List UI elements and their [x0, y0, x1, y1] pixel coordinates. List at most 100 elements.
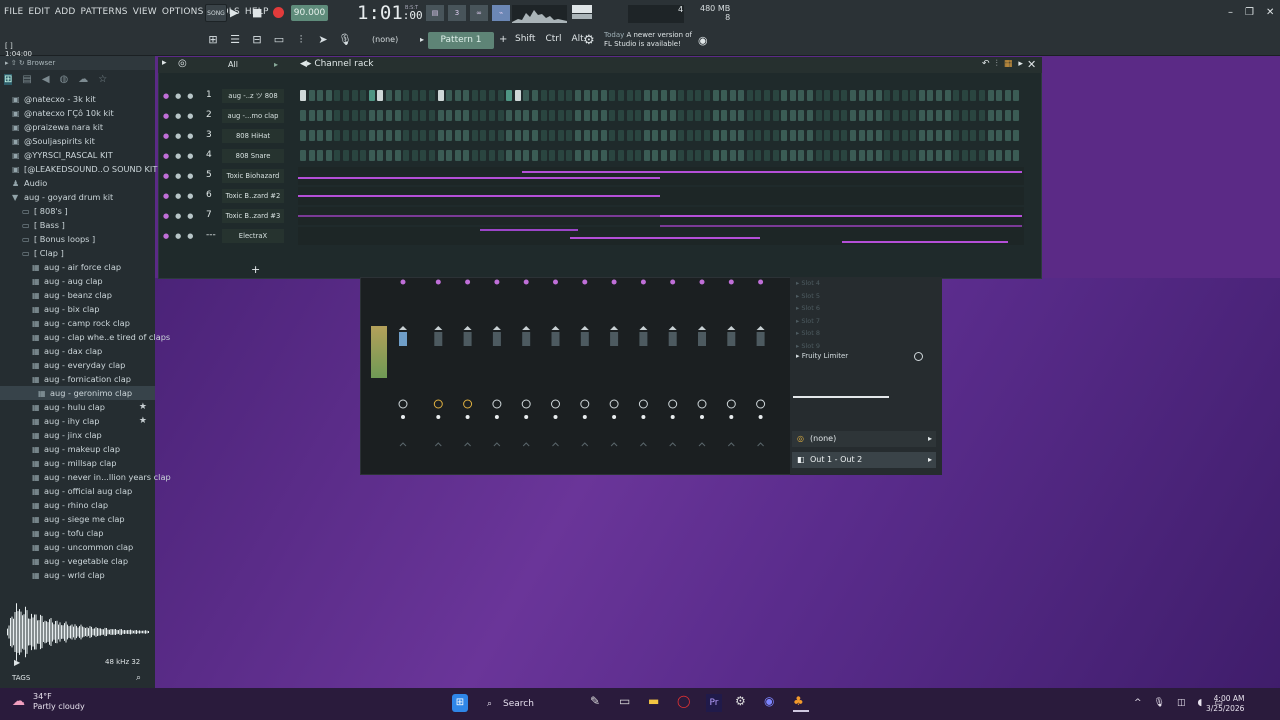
step-button[interactable]: [600, 130, 607, 141]
step-button[interactable]: [480, 150, 487, 161]
browser-item[interactable]: ▼ aug - goyard drum kit: [0, 190, 155, 204]
step-button[interactable]: [927, 130, 934, 141]
fx-active-icon[interactable]: [758, 279, 764, 285]
browser-icon[interactable]: ▭: [270, 31, 288, 49]
step-button[interactable]: [798, 130, 805, 141]
step-button[interactable]: [557, 90, 564, 101]
step-button[interactable]: [446, 90, 453, 101]
fx-active-icon[interactable]: [670, 279, 676, 285]
browser-item[interactable]: ▦ aug - rhino clap: [0, 498, 155, 512]
step-button[interactable]: [738, 90, 745, 101]
step-button[interactable]: [334, 150, 341, 161]
step-button[interactable]: [385, 90, 392, 101]
step-button[interactable]: [342, 110, 349, 121]
step-button[interactable]: [729, 130, 736, 141]
step-button[interactable]: [635, 130, 642, 141]
browser-files-icon[interactable]: ▤: [22, 74, 31, 85]
step-button[interactable]: [566, 150, 573, 161]
step-button[interactable]: [437, 150, 444, 161]
browser-item[interactable]: ▦ aug - everyday clap: [0, 358, 155, 372]
fader-handle[interactable]: [463, 332, 472, 346]
step-button[interactable]: [583, 130, 590, 141]
step-button[interactable]: [987, 130, 994, 141]
pan-knob-icon[interactable]: ●: [175, 132, 181, 140]
piano-roll-preview[interactable]: [298, 207, 1024, 227]
step-button[interactable]: [875, 90, 882, 101]
step-button[interactable]: [721, 90, 728, 101]
pattern-selector[interactable]: Pattern 1: [428, 32, 494, 49]
step-button[interactable]: [532, 130, 539, 141]
step-button[interactable]: [738, 150, 745, 161]
step-button[interactable]: [884, 130, 891, 141]
step-button[interactable]: [669, 110, 676, 121]
mute-icon[interactable]: ●: [163, 132, 169, 140]
step-button[interactable]: [557, 150, 564, 161]
step-button[interactable]: [987, 110, 994, 121]
route-dot[interactable]: [641, 415, 646, 419]
step-button[interactable]: [729, 150, 736, 161]
step-button[interactable]: [927, 150, 934, 161]
step-button[interactable]: [411, 150, 418, 161]
route-dot[interactable]: [670, 415, 675, 419]
mixer-track-number[interactable]: 3: [206, 130, 212, 140]
step-button[interactable]: [489, 90, 496, 101]
step-button[interactable]: [978, 150, 985, 161]
steam-icon[interactable]: ⚙: [735, 694, 751, 712]
step-button[interactable]: [832, 90, 839, 101]
step-button[interactable]: [996, 150, 1003, 161]
browser-item[interactable]: ▭ [ Clap ]: [0, 246, 155, 260]
browser-item[interactable]: ▣ @Souljaspirits kit: [0, 134, 155, 148]
step-button[interactable]: [996, 110, 1003, 121]
step-button[interactable]: [789, 110, 796, 121]
mixer-track-number[interactable]: 2: [206, 110, 212, 120]
route-dot[interactable]: [465, 415, 470, 419]
piano-roll-preview[interactable]: [298, 227, 1024, 245]
step-button[interactable]: [308, 90, 315, 101]
mixer-track-number[interactable]: 7: [206, 210, 212, 220]
step-button[interactable]: [394, 90, 401, 101]
tray-chevron-icon[interactable]: ^: [1134, 698, 1142, 708]
menu-edit[interactable]: EDIT: [28, 7, 50, 17]
step-button[interactable]: [360, 90, 367, 101]
step-button[interactable]: [643, 110, 650, 121]
channel-name[interactable]: aug -..z ツ 808: [222, 89, 284, 103]
pan-knob-icon[interactable]: ●: [175, 172, 181, 180]
step-button[interactable]: [617, 130, 624, 141]
pan-icon[interactable]: [463, 326, 472, 330]
fader-handle[interactable]: [492, 332, 501, 346]
browser-plugin-icon[interactable]: ◍: [60, 74, 69, 85]
step-button[interactable]: [437, 130, 444, 141]
step-button[interactable]: [815, 150, 822, 161]
step-button[interactable]: [935, 150, 942, 161]
mixer-channel[interactable]: [492, 279, 502, 447]
step-button[interactable]: [686, 130, 693, 141]
channel-name[interactable]: ElectraX: [222, 229, 284, 243]
step-button[interactable]: [480, 110, 487, 121]
step-button[interactable]: [540, 150, 547, 161]
step-button[interactable]: [600, 110, 607, 121]
step-button[interactable]: [437, 110, 444, 121]
step-button[interactable]: [411, 110, 418, 121]
step-button[interactable]: [325, 110, 332, 121]
fader-handle[interactable]: [610, 332, 619, 346]
step-button[interactable]: [575, 90, 581, 101]
step-button[interactable]: [867, 130, 874, 141]
step-button[interactable]: [377, 150, 384, 161]
step-button[interactable]: [549, 150, 556, 161]
playlist-icon[interactable]: ⊞: [204, 31, 222, 49]
send-knob[interactable]: [668, 399, 678, 409]
online-icon[interactable]: ◉: [698, 34, 708, 47]
step-button[interactable]: [377, 90, 384, 101]
record-icon[interactable]: [273, 7, 284, 18]
step-button[interactable]: [506, 90, 513, 101]
route-dot[interactable]: [758, 415, 763, 419]
step-button[interactable]: [334, 110, 341, 121]
step-button[interactable]: [317, 130, 324, 141]
step-button[interactable]: [996, 90, 1003, 101]
mixer-icon[interactable]: ⫶: [292, 31, 310, 49]
channel-filter[interactable]: All: [228, 60, 238, 69]
mixer-track-number[interactable]: ---: [206, 230, 216, 240]
step-button[interactable]: [300, 90, 306, 101]
step-button[interactable]: [807, 130, 814, 141]
step-button[interactable]: [987, 90, 994, 101]
